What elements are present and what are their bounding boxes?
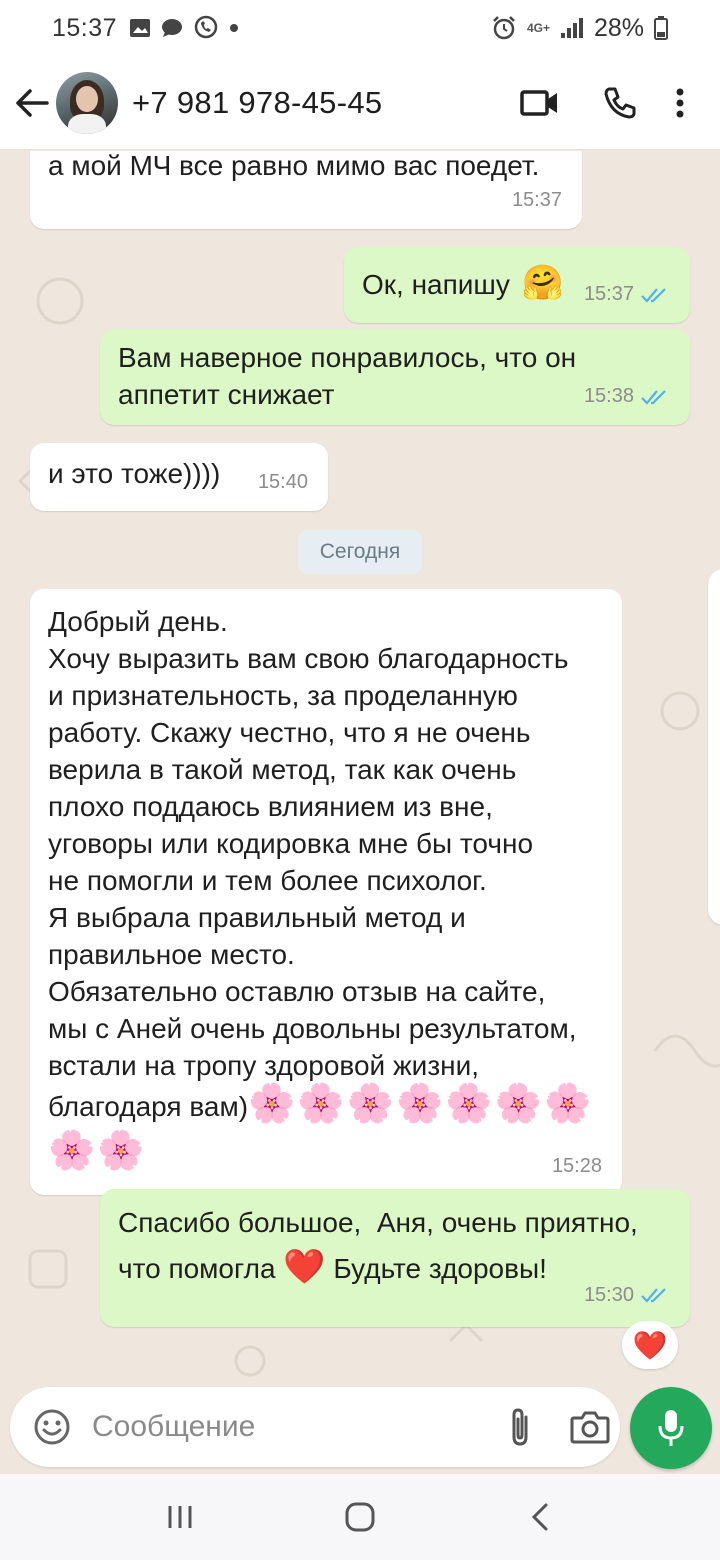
camera-button[interactable] bbox=[560, 1397, 620, 1457]
read-ticks-icon bbox=[641, 1288, 666, 1303]
heart-reaction-emoji: ❤️ bbox=[632, 1329, 668, 1361]
message-time: 15:38 bbox=[583, 385, 634, 407]
status-time: 15:37 bbox=[52, 13, 118, 42]
cherry-blossom-emojis: 🌸🌸 bbox=[48, 1130, 147, 1172]
attach-button[interactable] bbox=[490, 1397, 550, 1457]
back-arrow-icon bbox=[16, 88, 49, 117]
emoji-icon bbox=[34, 1409, 70, 1445]
recent-apps-button[interactable] bbox=[145, 1487, 215, 1547]
message-time: 15:28 bbox=[551, 1155, 602, 1177]
message-bubble-outgoing[interactable]: Ок, напишу 🤗 15:37 bbox=[344, 247, 690, 323]
mic-icon bbox=[658, 1410, 684, 1446]
camera-icon bbox=[570, 1411, 610, 1444]
message-text: Будьте здоровы! bbox=[333, 1253, 547, 1284]
more-options-button[interactable] bbox=[660, 73, 700, 133]
back-button[interactable] bbox=[4, 73, 60, 133]
dot-icon bbox=[230, 24, 239, 32]
message-bubble-outgoing[interactable]: Вам наверное понравилось, что он аппетит… bbox=[100, 329, 690, 425]
back-icon bbox=[531, 1503, 548, 1531]
scroll-indicator[interactable] bbox=[708, 569, 720, 925]
network-type: 4G+ bbox=[526, 21, 550, 35]
hugging-face-emoji: 🤗 bbox=[521, 264, 565, 302]
message-bubble-incoming[interactable]: и это тоже)))) 15:40 bbox=[30, 443, 328, 511]
message-text: Ок, напишу bbox=[362, 269, 510, 300]
home-icon bbox=[345, 1502, 375, 1532]
message-text: Добрый день. Хочу выразить вам свою благ… bbox=[48, 606, 577, 1122]
emoji-button[interactable] bbox=[22, 1397, 82, 1457]
message-time: 15:40 bbox=[257, 471, 308, 493]
message-composer bbox=[10, 1387, 620, 1467]
message-bubble-incoming[interactable]: а мой МЧ все равно мимо вас поедет. 15:3… bbox=[30, 151, 582, 229]
avatar[interactable] bbox=[56, 71, 118, 134]
message-time: 15:30 bbox=[583, 1284, 634, 1306]
message-bubble-incoming[interactable]: Добрый день. Хочу выразить вам свою благ… bbox=[30, 589, 622, 1195]
signal-icon bbox=[560, 18, 583, 38]
read-ticks-icon bbox=[641, 287, 666, 303]
status-bar: 15:37 4G+ 28% bbox=[0, 0, 720, 56]
gallery-notification-icon bbox=[130, 19, 151, 37]
home-button[interactable] bbox=[325, 1487, 395, 1547]
message-text: а мой МЧ все равно мимо вас поедет. bbox=[48, 151, 540, 181]
recent-apps-icon bbox=[168, 1506, 192, 1528]
battery-level: 28% bbox=[593, 13, 644, 42]
chat-area[interactable]: а мой МЧ все равно мимо вас поедет. 15:3… bbox=[0, 151, 720, 1386]
cherry-blossom-emojis: 🌸🌸🌸🌸🌸🌸🌸 bbox=[248, 1083, 594, 1125]
voice-record-button[interactable] bbox=[630, 1387, 712, 1469]
message-time: 15:37 bbox=[583, 283, 634, 305]
message-time: 15:37 bbox=[511, 189, 562, 211]
message-bubble-outgoing[interactable]: Спасибо большое, Аня, очень приятно, что… bbox=[100, 1189, 690, 1327]
video-call-button[interactable] bbox=[500, 73, 580, 133]
viber-notification-icon bbox=[194, 15, 218, 39]
message-text: и это тоже)))) bbox=[48, 458, 221, 489]
system-navigation-bar bbox=[0, 1474, 720, 1560]
more-vert-icon bbox=[676, 88, 684, 117]
battery-icon bbox=[654, 16, 668, 40]
read-ticks-icon bbox=[641, 389, 666, 405]
video-call-icon bbox=[520, 89, 557, 116]
system-back-button[interactable] bbox=[505, 1487, 575, 1547]
chat-header: +7 981 978-45-45 bbox=[0, 56, 720, 150]
date-divider: Сегодня bbox=[298, 530, 422, 574]
message-input[interactable] bbox=[92, 1410, 482, 1444]
message-reaction[interactable]: ❤️ bbox=[622, 1321, 678, 1369]
red-heart-emoji: ❤️ bbox=[283, 1248, 326, 1286]
alarm-icon bbox=[493, 16, 515, 40]
phone-icon bbox=[604, 87, 636, 118]
contact-name[interactable]: +7 981 978-45-45 bbox=[132, 85, 382, 121]
attach-icon bbox=[512, 1408, 528, 1446]
chat-notification-icon bbox=[162, 19, 183, 37]
voice-call-button[interactable] bbox=[580, 73, 660, 133]
